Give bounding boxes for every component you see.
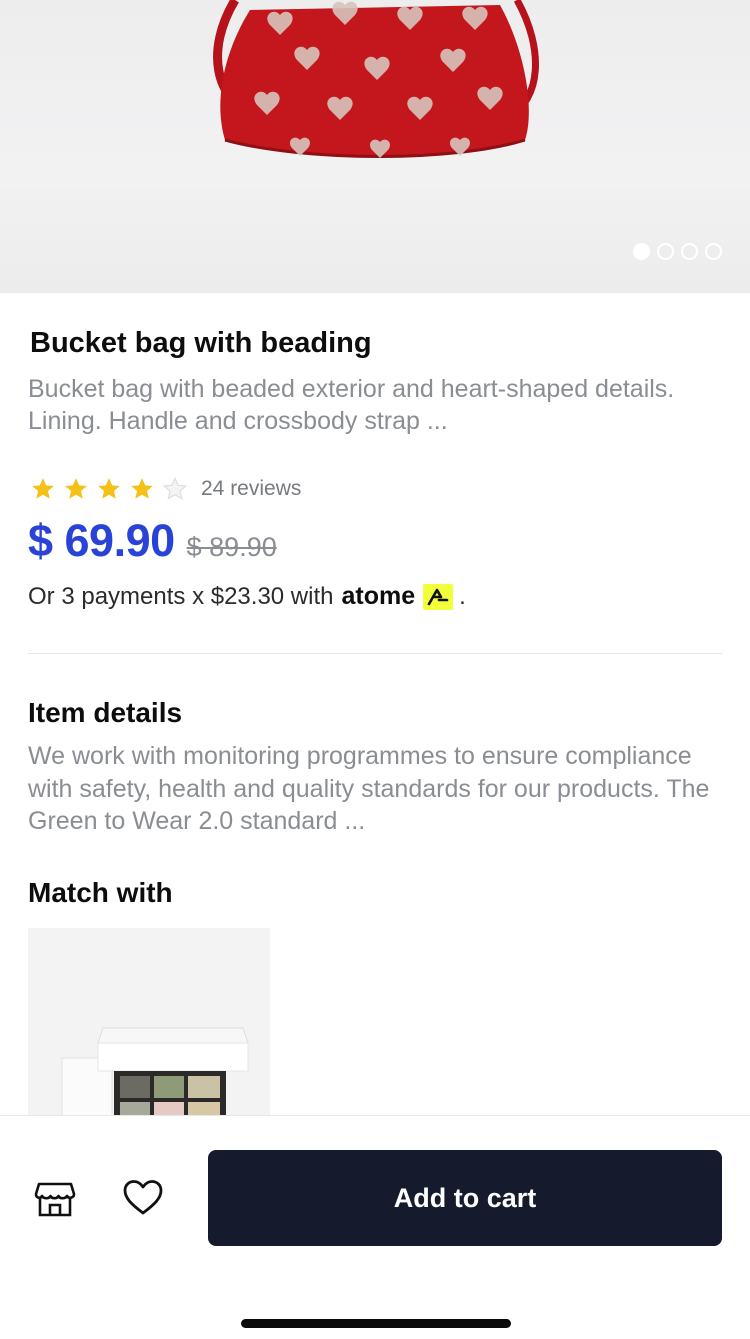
add-to-cart-button[interactable]: Add to cart <box>208 1150 722 1246</box>
gallery-dot-3[interactable] <box>681 243 698 260</box>
gallery-dot-2[interactable] <box>657 243 674 260</box>
match-with-title: Match with <box>28 877 173 908</box>
gallery-dot-4[interactable] <box>705 243 722 260</box>
item-details-title: Item details <box>28 697 183 728</box>
product-description[interactable]: Bucket bag with beaded exterior and hear… <box>28 373 718 437</box>
star-filled-icon <box>98 478 120 499</box>
home-indicator[interactable] <box>241 1319 511 1328</box>
bottom-action-bar: Add to cart <box>0 1115 750 1339</box>
reviews-count[interactable]: 24 reviews <box>201 477 301 501</box>
heart-icon <box>123 1180 163 1215</box>
item-details-text[interactable]: We work with monitoring programmes to en… <box>28 740 722 838</box>
gallery-pagination[interactable] <box>633 243 722 260</box>
product-image-bucket-bag <box>213 0 539 158</box>
product-rating[interactable]: 24 reviews <box>30 476 301 502</box>
atome-logo-icon <box>423 583 454 610</box>
atome-brand: atome <box>341 582 416 610</box>
match-product-card[interactable] <box>28 928 270 1128</box>
sale-price: $ 69.90 <box>28 515 175 566</box>
installment-text: Or 3 payments x $23.30 with <box>28 582 334 610</box>
price-row: $ 69.90 $ 89.90 <box>28 515 277 567</box>
product-title: Bucket bag with beading <box>30 327 372 359</box>
store-icon <box>34 1182 76 1217</box>
star-filled-icon <box>131 478 153 499</box>
section-divider <box>28 653 722 654</box>
star-filled-icon <box>32 478 54 499</box>
star-empty-icon <box>162 476 188 500</box>
wishlist-button[interactable] <box>119 1174 167 1222</box>
product-image-gallery[interactable] <box>0 0 750 293</box>
store-button[interactable] <box>31 1174 79 1222</box>
gallery-dot-1[interactable] <box>633 243 650 260</box>
installment-suffix: . <box>459 582 466 610</box>
star-filled-icon <box>65 478 87 499</box>
original-price: $ 89.90 <box>186 532 277 562</box>
match-product-image-eyeshadow-palette <box>61 1027 249 1128</box>
installment-info[interactable]: Or 3 payments x $23.30 with atome . <box>28 582 466 611</box>
